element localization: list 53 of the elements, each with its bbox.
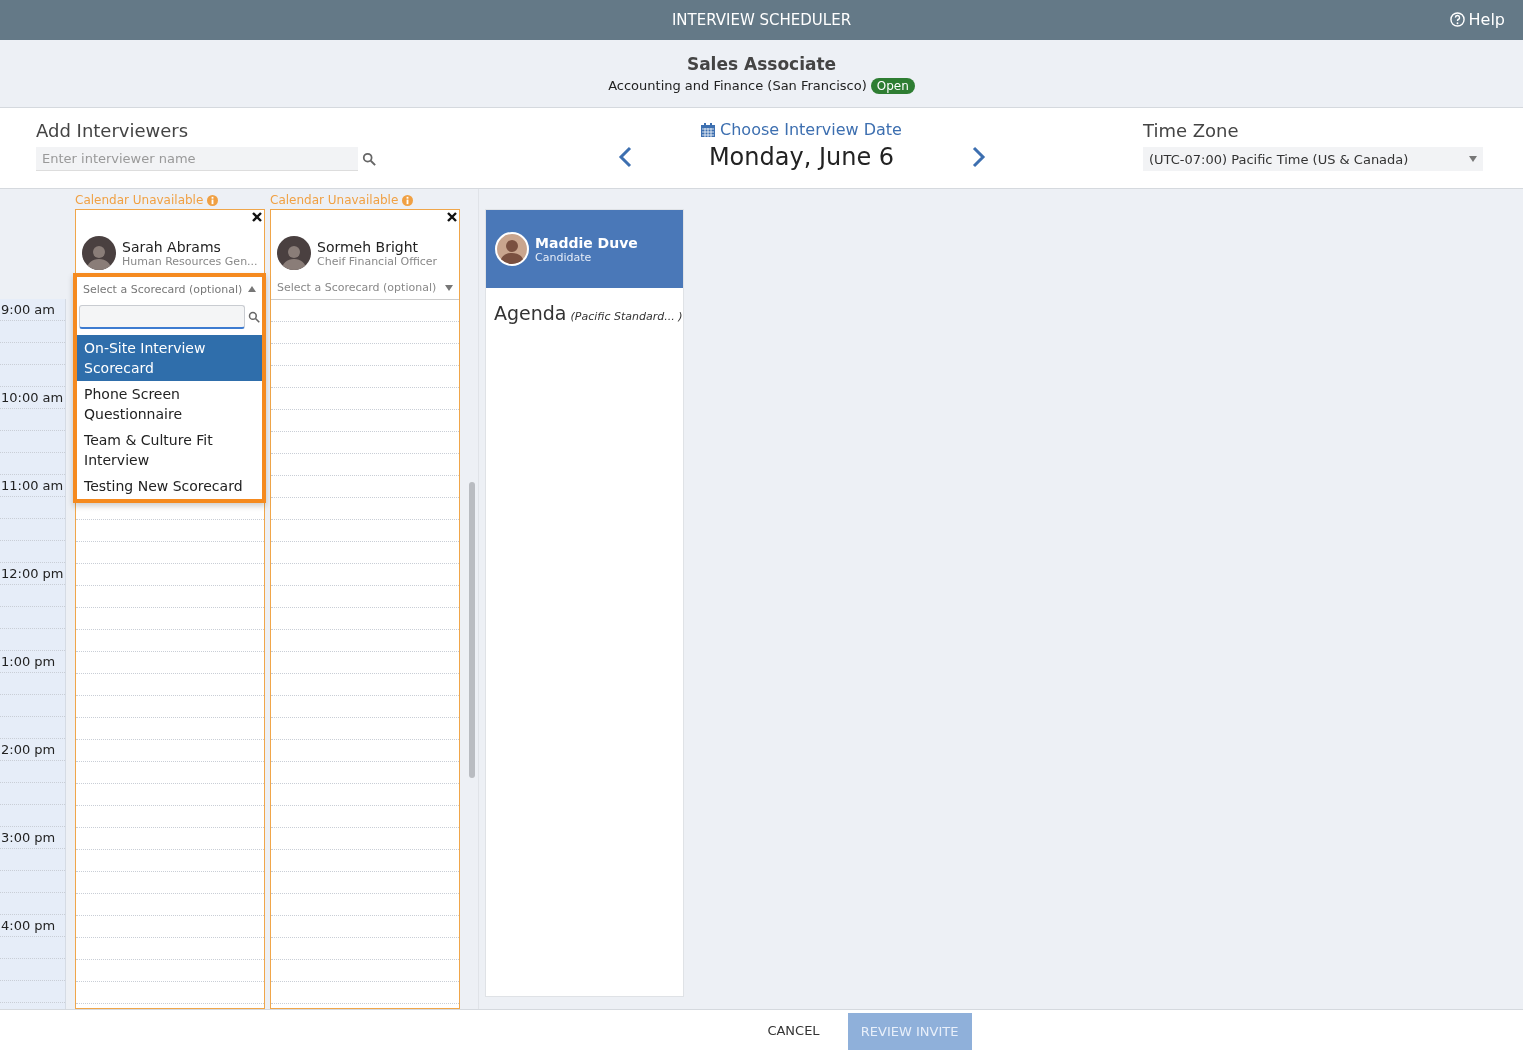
scorecard-select-open[interactable]: Select a Scorecard (optional) [77, 277, 262, 301]
app-title: INTERVIEW SCHEDULER [671, 11, 852, 29]
search-icon [248, 311, 260, 323]
time-zone-label: Time Zone [1143, 120, 1240, 141]
agenda-title: Agenda [494, 302, 567, 324]
calendar-warning: Calendar Unavailable [270, 189, 460, 209]
candidate-role: Candidate [535, 250, 593, 264]
interviewer-role: Cheif Financial Officer [317, 254, 438, 268]
scorecard-option[interactable]: Team & Culture Fit Interview [77, 427, 262, 473]
time-label: 9:00 am [1, 302, 55, 317]
scorecard-option[interactable]: Phone Screen Questionnaire [77, 381, 262, 427]
interviewer-search-field[interactable]: Enter interviewer name [36, 147, 358, 171]
scorecard-option[interactable]: On-Site Interview Scorecard [77, 335, 262, 381]
scorecard-search-field[interactable] [79, 305, 245, 329]
choose-date-link[interactable]: Choose Interview Date [701, 120, 902, 139]
add-interviewers-label: Add Interviewers [36, 120, 190, 141]
next-date-button[interactable] [971, 146, 986, 168]
time-label: 12:00 pm [1, 566, 64, 581]
calendar-warning: Calendar Unavailable [75, 189, 265, 209]
previous-date-button[interactable] [617, 146, 632, 168]
scorecard-select[interactable]: Select a Scorecard (optional) [271, 276, 459, 300]
caret-icon [1469, 156, 1477, 162]
cancel-button[interactable]: CANCEL [761, 1010, 826, 1050]
time-label: 2:00 pm [1, 742, 56, 757]
search-icon [362, 152, 376, 166]
time-zone-select[interactable]: (UTC-07:00) Pacific Time (US & Canada) [1143, 147, 1483, 171]
selected-date: Monday, June 6 [707, 143, 896, 171]
remove-interviewer-button[interactable] [252, 212, 262, 222]
job-title: Sales Associate [686, 53, 837, 74]
interviewer-name: Sarah Abrams [122, 238, 222, 255]
caret-icon [248, 286, 256, 292]
status-badge: Open [870, 77, 915, 94]
time-label: 3:00 pm [1, 830, 56, 845]
time-label: 4:00 pm [1, 918, 56, 933]
help-icon [1449, 12, 1465, 27]
info-icon [207, 194, 219, 206]
scrollbar-thumb[interactable] [469, 482, 475, 778]
time-label: 1:00 pm [1, 654, 56, 669]
help-link[interactable]: Help [1449, 10, 1505, 29]
interviewer-name: Sormeh Bright [317, 238, 420, 255]
scorecard-option[interactable]: Testing New Scorecard [77, 473, 262, 499]
candidate-name: Maddie Duve [535, 234, 638, 251]
time-label: 11:00 am [1, 478, 64, 493]
interviewer-role: Human Resources Gen... [122, 254, 258, 268]
remove-interviewer-button[interactable] [447, 212, 457, 222]
job-department: Accounting and Finance (San Francisco) [608, 78, 867, 93]
close-icon [447, 212, 457, 222]
agenda-time-zone: (Pacific Standard... ) [570, 310, 683, 323]
caret-icon [445, 284, 453, 291]
info-icon [402, 194, 414, 206]
calendar-icon [701, 122, 716, 137]
close-icon [252, 212, 262, 222]
time-label: 10:00 am [1, 390, 64, 405]
